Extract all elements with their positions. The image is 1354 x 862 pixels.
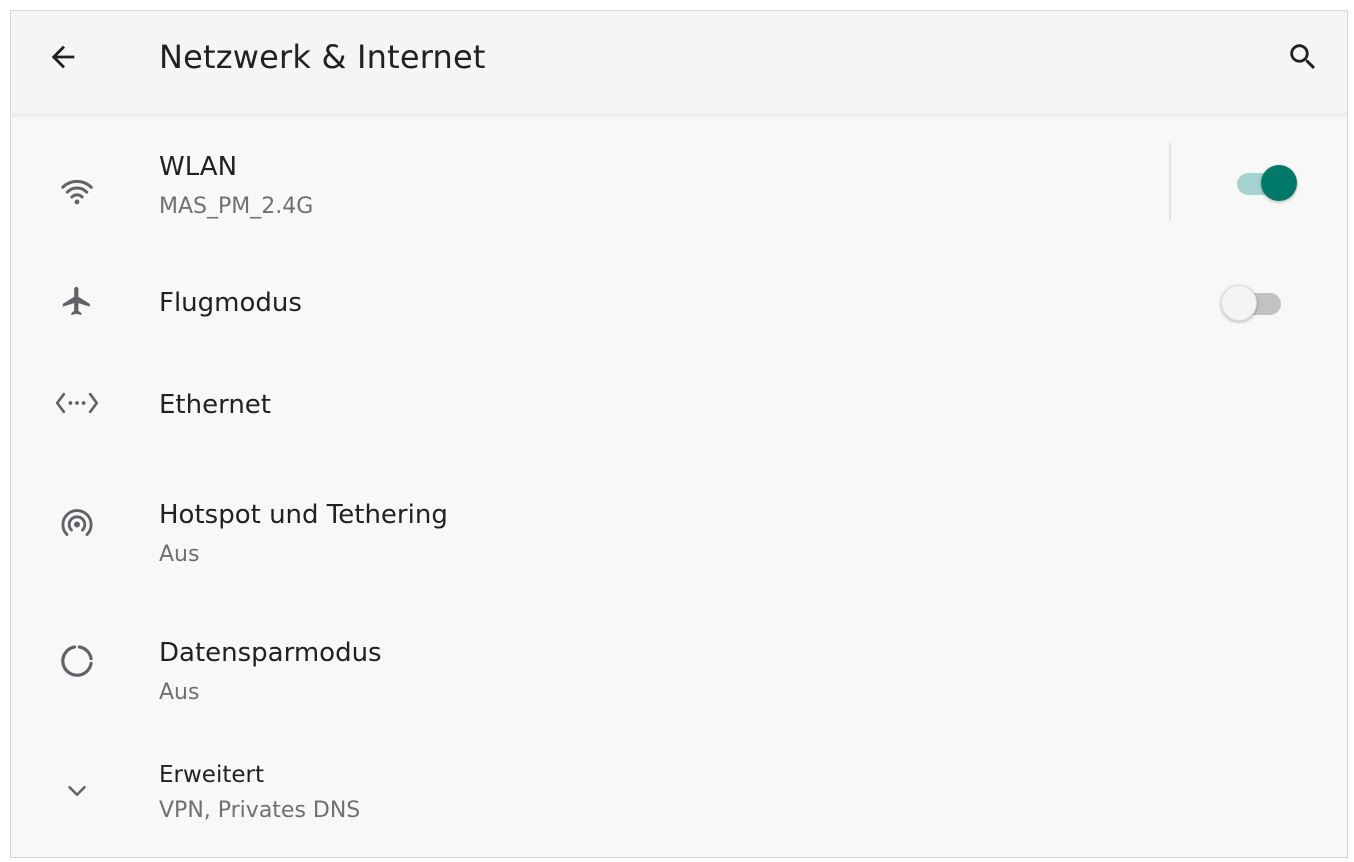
- hotspot-icon: [53, 499, 101, 547]
- data-saver-icon: [53, 637, 101, 685]
- advanced-summary: VPN, Privates DNS: [159, 798, 361, 823]
- chevron-down-icon: [53, 767, 101, 815]
- advanced-label: Erweitert: [159, 762, 264, 788]
- advanced-item[interactable]: Erweitert VPN, Privates DNS: [11, 747, 1347, 847]
- wlan-toggle[interactable]: [1233, 163, 1299, 203]
- back-button[interactable]: [41, 35, 85, 79]
- data-saver-item[interactable]: Datensparmodus Aus: [11, 607, 1347, 719]
- hotspot-tethering-label: Hotspot und Tethering: [159, 500, 448, 530]
- ethernet-label: Ethernet: [159, 390, 271, 420]
- airplane-mode-label: Flugmodus: [159, 288, 302, 318]
- airplane-mode-toggle[interactable]: [1221, 283, 1287, 323]
- toggle-thumb: [1221, 285, 1257, 321]
- hotspot-tethering-status: Aus: [159, 542, 200, 567]
- ethernet-icon: [53, 379, 101, 427]
- data-saver-status: Aus: [159, 680, 200, 705]
- arrow-left-icon: [51, 45, 75, 69]
- airplane-mode-item[interactable]: Flugmodus: [11, 251, 1347, 351]
- search-button[interactable]: [1281, 35, 1325, 79]
- settings-screen: Netzwerk & Internet WLAN MAS_PM_2.4G Flu…: [10, 10, 1348, 858]
- app-bar: Netzwerk & Internet: [11, 11, 1347, 114]
- page-title: Netzwerk & Internet: [159, 38, 486, 76]
- divider: [1169, 143, 1171, 221]
- wifi-icon: [53, 167, 101, 215]
- wlan-network-name: MAS_PM_2.4G: [159, 194, 314, 219]
- airplane-icon: [53, 277, 101, 325]
- toggle-thumb: [1261, 165, 1297, 201]
- ethernet-item[interactable]: Ethernet: [11, 357, 1347, 453]
- search-icon: [1290, 44, 1316, 70]
- wlan-label: WLAN: [159, 152, 238, 182]
- hotspot-tethering-item[interactable]: Hotspot und Tethering Aus: [11, 469, 1347, 581]
- data-saver-label: Datensparmodus: [159, 638, 382, 668]
- wlan-item[interactable]: WLAN MAS_PM_2.4G: [11, 129, 1347, 241]
